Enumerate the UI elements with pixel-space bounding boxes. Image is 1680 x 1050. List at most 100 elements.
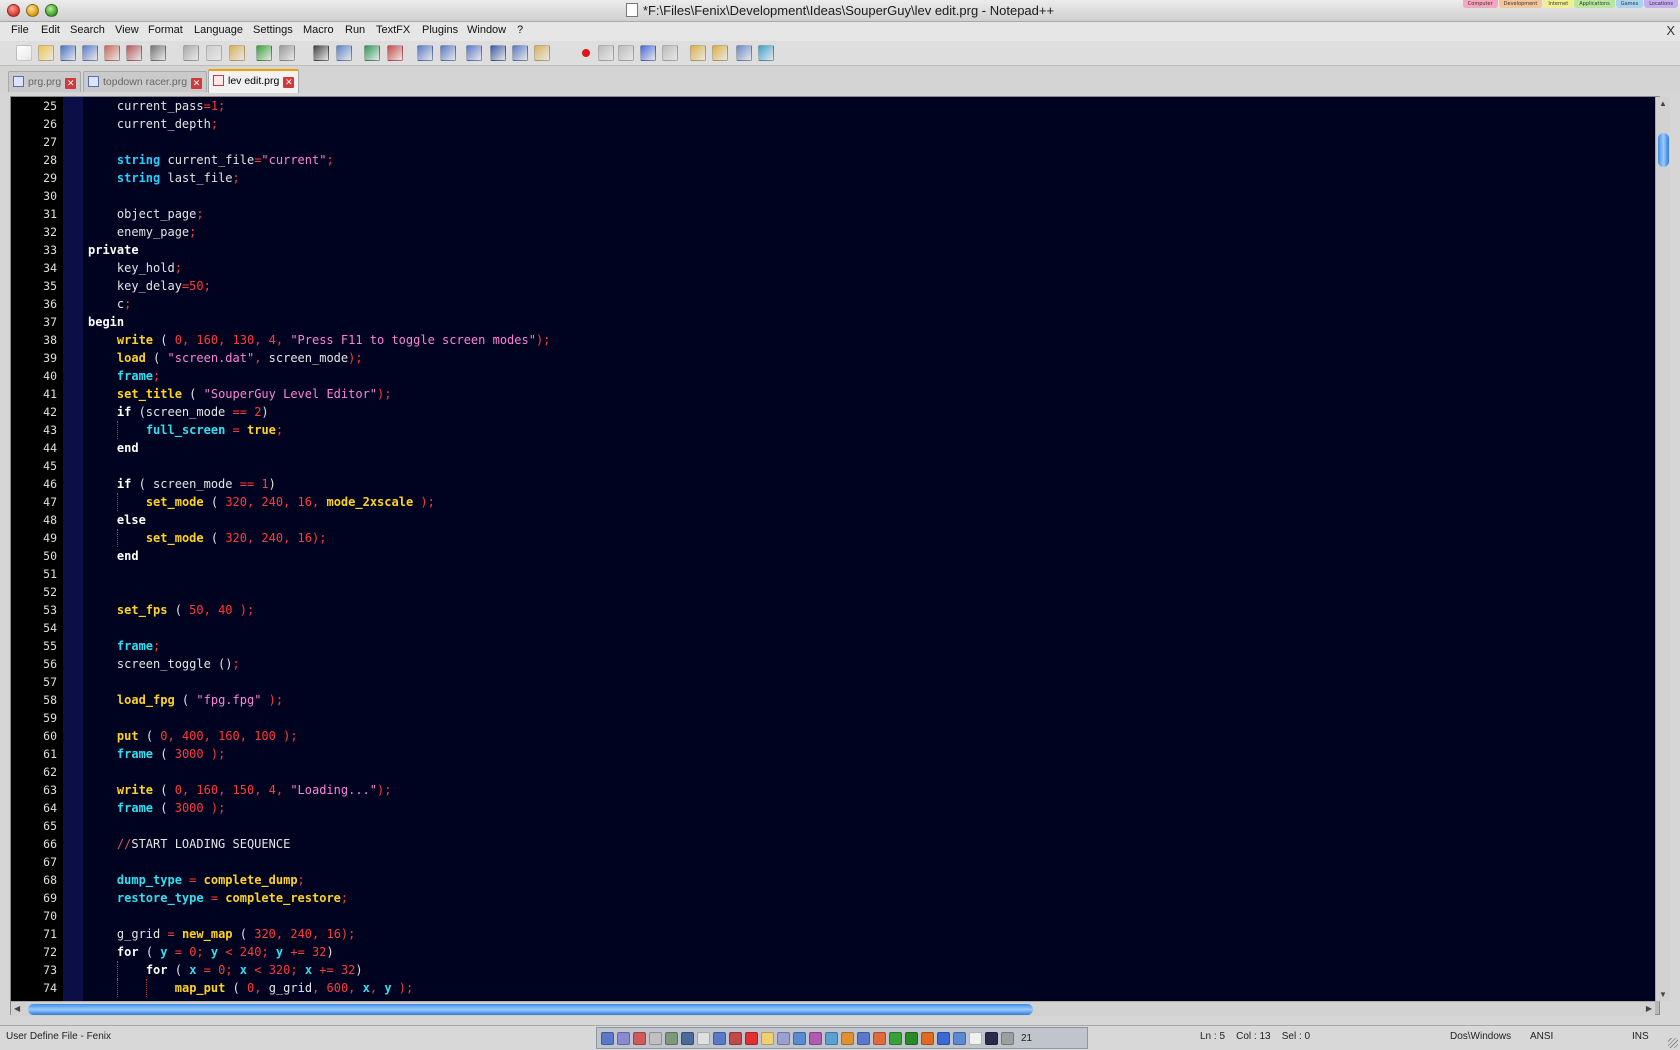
code-line[interactable]: 55 frame; — [11, 637, 1641, 655]
tray-app-icon[interactable] — [953, 1031, 966, 1045]
code-line[interactable]: 74 map_put ( 0, g_grid, 600, x, y ); — [11, 979, 1641, 997]
tray-app-icon[interactable] — [745, 1031, 758, 1045]
tray-app-icon[interactable] — [841, 1031, 854, 1045]
tray-app-icon[interactable] — [969, 1031, 982, 1045]
menu-window[interactable]: Window — [467, 24, 506, 36]
menu-view[interactable]: View — [115, 24, 139, 36]
tab-topdown-racer-prg[interactable]: topdown racer.prg ✕ — [83, 71, 208, 92]
save-all-icon[interactable] — [82, 45, 98, 61]
tab-prg-prg[interactable]: prg.prg ✕ — [8, 71, 82, 92]
menu-plugins[interactable]: Plugins — [422, 24, 458, 36]
menu-file[interactable]: File — [11, 24, 29, 36]
zoom-in-icon[interactable] — [364, 45, 380, 61]
tab-close-icon[interactable]: ✕ — [191, 78, 203, 89]
horizontal-scroll-thumb[interactable] — [28, 1004, 1033, 1015]
zoom-out-icon[interactable] — [387, 45, 403, 61]
code-line[interactable]: 40 frame; — [11, 367, 1641, 385]
menu-textfx[interactable]: TextFX — [376, 24, 410, 36]
horizontal-scrollbar[interactable]: ◀ ▶ — [11, 1001, 1655, 1016]
code-line[interactable]: 58 load_fpg ( "fpg.fpg" ); — [11, 691, 1641, 709]
menu-run[interactable]: Run — [345, 24, 365, 36]
tray-app-icon[interactable] — [857, 1031, 870, 1045]
code-line[interactable]: 43 full_screen = true; — [11, 421, 1641, 439]
scroll-left-icon[interactable]: ◀ — [14, 1004, 20, 1013]
menu-search[interactable]: Search — [70, 24, 105, 36]
code-line[interactable]: 28 string current_file="current"; — [11, 151, 1641, 169]
code-line[interactable]: 66 //START LOADING SEQUENCE — [11, 835, 1641, 853]
menu-macro[interactable]: Macro — [303, 24, 334, 36]
undo-icon[interactable] — [256, 45, 272, 61]
code-line[interactable]: 54 — [11, 619, 1641, 637]
scroll-up-icon[interactable]: ▲ — [1659, 99, 1667, 108]
sync-vertical-icon[interactable] — [417, 45, 433, 61]
tray-app-icon[interactable] — [873, 1031, 886, 1045]
tray-app-icon[interactable] — [921, 1031, 934, 1045]
code-line[interactable]: 70 — [11, 907, 1641, 925]
code-line[interactable]: 67 — [11, 853, 1641, 871]
console-icon[interactable] — [736, 45, 752, 61]
resize-grip-icon[interactable] — [1668, 1038, 1678, 1048]
code-line[interactable]: 52 — [11, 583, 1641, 601]
code-line[interactable]: 39 load ( "screen.dat", screen_mode); — [11, 349, 1641, 367]
code-line[interactable]: 34 key_hold; — [11, 259, 1641, 277]
stack-tab[interactable]: Internet — [1543, 0, 1574, 8]
code-line[interactable]: 72 for ( y = 0; y < 240; y += 32) — [11, 943, 1641, 961]
show-all-chars-icon[interactable] — [490, 45, 506, 61]
stack-tab[interactable]: Applications — [1574, 0, 1615, 8]
new-file-icon[interactable] — [16, 45, 32, 61]
code-line[interactable]: 27 — [11, 133, 1641, 151]
code-line[interactable]: 50 end — [11, 547, 1641, 565]
code-line[interactable]: 45 — [11, 457, 1641, 475]
close-all-icon[interactable] — [126, 45, 142, 61]
indent-guide-icon[interactable] — [512, 45, 528, 61]
open-folder-icon[interactable] — [690, 45, 706, 61]
scroll-right-icon[interactable]: ▶ — [1646, 1004, 1652, 1013]
code-line[interactable]: 63 write ( 0, 160, 150, 4, "Loading..."); — [11, 781, 1641, 799]
tray-app-icon[interactable] — [985, 1031, 998, 1045]
word-wrap-icon[interactable] — [466, 45, 482, 61]
menu-edit[interactable]: Edit — [41, 24, 60, 36]
tab-close-icon[interactable]: ✕ — [283, 77, 295, 88]
code-line[interactable]: 30 — [11, 187, 1641, 205]
user-language-icon[interactable] — [534, 45, 550, 61]
open-file-icon[interactable] — [38, 45, 54, 61]
tray-app-icon[interactable] — [665, 1031, 678, 1045]
redo-icon[interactable] — [279, 45, 295, 61]
code-line[interactable]: 46 if ( screen_mode == 1) — [11, 475, 1641, 493]
tray-app-icon[interactable] — [697, 1031, 710, 1045]
tray-app-icon[interactable] — [761, 1031, 774, 1045]
menu-help[interactable]: ? — [517, 24, 523, 36]
code-line[interactable]: 44 end — [11, 439, 1641, 457]
tray-app-icon[interactable] — [777, 1031, 790, 1045]
tray-app-icon[interactable] — [649, 1031, 662, 1045]
tray-app-icon[interactable] — [937, 1031, 950, 1045]
play-macro-icon[interactable] — [618, 45, 634, 61]
code-line[interactable]: 26 current_depth; — [11, 115, 1641, 133]
stop-recording-icon[interactable] — [598, 45, 614, 61]
cut-icon[interactable] — [183, 45, 199, 61]
stack-tab[interactable]: Computer — [1462, 0, 1498, 8]
stack-tab[interactable]: Development — [1498, 0, 1543, 8]
vertical-scroll-thumb[interactable] — [1658, 133, 1669, 167]
code-line[interactable]: 42 if (screen_mode == 2) — [11, 403, 1641, 421]
copy-icon[interactable] — [206, 45, 222, 61]
tray-app-icon[interactable] — [601, 1031, 614, 1045]
code-line[interactable]: 31 object_page; — [11, 205, 1641, 223]
tray-app-icon[interactable] — [681, 1031, 694, 1045]
code-line[interactable]: 48 else — [11, 511, 1641, 529]
code-line[interactable]: 69 restore_type = complete_restore; — [11, 889, 1641, 907]
tray-app-icon[interactable] — [713, 1031, 726, 1045]
code-line[interactable]: 62 — [11, 763, 1641, 781]
menu-settings[interactable]: Settings — [253, 24, 293, 36]
vertical-scrollbar[interactable]: ▲ ▼ — [1655, 97, 1670, 1001]
code-line[interactable]: 51 — [11, 565, 1641, 583]
save-icon[interactable] — [60, 45, 76, 61]
tray-app-icon[interactable] — [633, 1031, 646, 1045]
save-macro-icon[interactable] — [662, 45, 678, 61]
code-editor[interactable]: 25 current_pass=1; 26 current_depth; 27 28 str… — [11, 97, 1655, 1001]
stack-tab[interactable]: Locations — [1644, 0, 1678, 8]
tray-app-icon[interactable] — [889, 1031, 902, 1045]
tray-app-icon[interactable] — [729, 1031, 742, 1045]
code-line[interactable]: 56 screen_toggle (); — [11, 655, 1641, 673]
code-line[interactable]: 59 — [11, 709, 1641, 727]
